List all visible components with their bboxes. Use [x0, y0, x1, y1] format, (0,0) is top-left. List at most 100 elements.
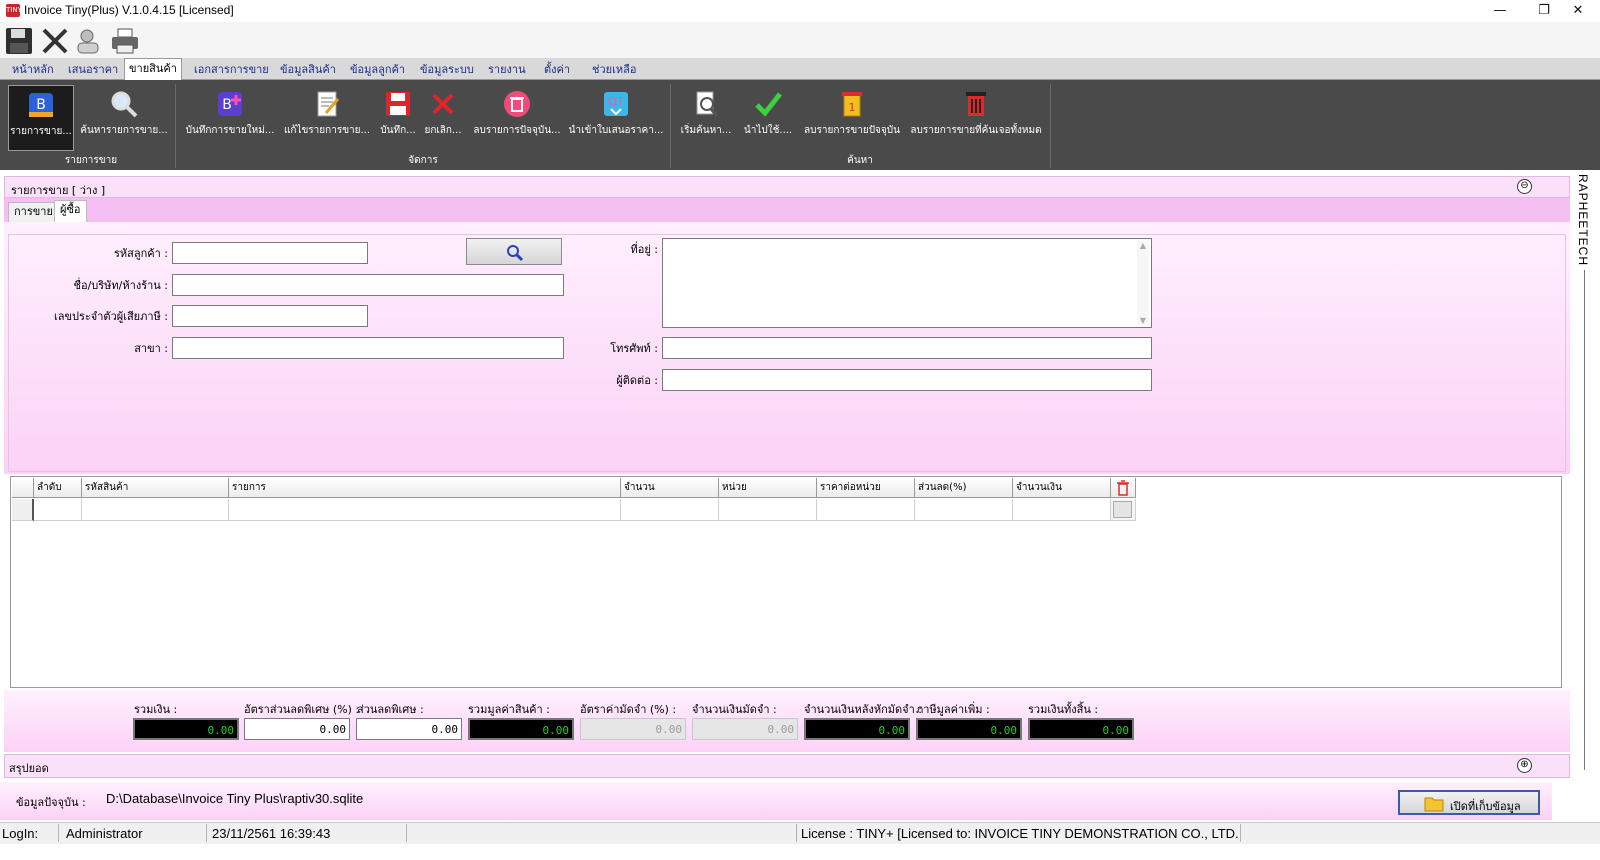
ribbon-sales-list-button[interactable]: B รายการขาย... — [8, 85, 74, 151]
menu-tab-customers[interactable]: ข้อมูลลูกค้า — [346, 60, 409, 80]
vendor-sidebar: RAPHEETECH — [1572, 170, 1600, 782]
customer-search-button[interactable] — [466, 238, 562, 265]
phone-label: โทรศัพท์ : — [610, 342, 658, 355]
ribbon-label: บันทึกการขายใหม่... — [185, 125, 275, 136]
grid-cell-discount[interactable] — [915, 499, 1013, 521]
menu-tab-home[interactable]: หน้าหลัก — [8, 60, 58, 80]
ribbon-separator — [175, 84, 176, 168]
grid-cell-description[interactable] — [229, 499, 621, 521]
column-header-product-code[interactable]: รหัสสินค้า — [82, 478, 229, 498]
open-data-folder-button[interactable]: เปิดที่เก็บข้อมูล — [1398, 790, 1540, 815]
menu-tab-reports[interactable]: รายงาน — [484, 60, 530, 80]
contact-input[interactable] — [662, 369, 1152, 391]
phone-input[interactable] — [662, 337, 1152, 359]
ribbon-start-search-button[interactable]: เริ่มค้นหา... — [676, 85, 736, 151]
app-icon: TINY — [6, 4, 22, 17]
checkmark-icon — [755, 92, 782, 117]
row-delete-button[interactable] — [1113, 501, 1132, 518]
goods-value-label: รวมมูลค่าสินค้า : — [468, 703, 550, 716]
company-input[interactable] — [172, 274, 564, 296]
menu-tab-system[interactable]: ข้อมูลระบบ — [416, 60, 478, 80]
folder-icon — [1424, 797, 1444, 812]
logged-in-user: Administrator — [66, 826, 143, 841]
tab-sale[interactable]: การขาย — [8, 202, 59, 222]
quick-print-button[interactable] — [110, 26, 140, 56]
special-discount-input[interactable]: 0.00 — [356, 718, 462, 740]
svg-text:B: B — [222, 97, 232, 113]
menu-tab-help[interactable]: ช่วยเหลือ — [588, 60, 640, 80]
status-separator — [1240, 824, 1241, 842]
expand-icon[interactable]: ⊕ — [1517, 758, 1532, 773]
column-header-quantity[interactable]: จำนวน — [621, 478, 719, 498]
column-header-delete[interactable] — [1111, 478, 1136, 498]
grid-cell-no[interactable] — [34, 499, 82, 521]
ribbon-new-sale-button[interactable]: B บันทึกการขายใหม่... — [182, 85, 278, 151]
quick-cancel-button[interactable] — [40, 26, 70, 56]
status-separator — [796, 824, 797, 842]
row-selector[interactable] — [12, 499, 34, 521]
scroll-up-icon[interactable]: ▲ — [1137, 241, 1149, 250]
ribbon-group-manage: จัดการ — [408, 155, 438, 166]
tab-buyer[interactable]: ผู้ซื้อ — [54, 200, 87, 222]
address-label: ที่อยู่ : — [630, 243, 658, 256]
address-scrollbar[interactable]: ▲ ▼ — [1137, 241, 1149, 325]
ribbon-cancel-button[interactable]: ยกเลิก... — [422, 85, 464, 151]
ribbon-group-sales-list: รายการขาย — [64, 155, 118, 166]
ribbon-save-button[interactable]: บันทึก... — [376, 85, 420, 151]
grid-cell-amount[interactable] — [1013, 499, 1111, 521]
menu-tab-settings[interactable]: ตั้งค่า — [540, 60, 574, 80]
ribbon-delete-all-found-button[interactable]: ลบรายการขายที่ค้นเจอทั้งหมด — [906, 85, 1046, 151]
collapse-icon[interactable]: ⊖ — [1517, 179, 1532, 194]
database-label: ข้อมูลปัจจุบัน : — [16, 796, 86, 809]
ribbon-label: แก้ไขรายการขาย... — [283, 125, 371, 136]
quick-save-button[interactable] — [4, 26, 34, 56]
login-label: LogIn: — [2, 826, 39, 841]
column-header-discount[interactable]: ส่วนลด(%) — [915, 478, 1013, 498]
status-datetime: 23/11/2561 16:39:43 — [212, 826, 331, 841]
column-header-amount[interactable]: จำนวนเงิน — [1013, 478, 1111, 498]
summary-label: สรุปยอด — [9, 762, 49, 775]
grid-cell-unit-price[interactable] — [817, 499, 915, 521]
tax-id-input[interactable] — [172, 305, 368, 327]
save-icon — [386, 92, 410, 116]
menu-tab-sales[interactable]: ขายสินค้า — [124, 58, 182, 81]
grid-cell-unit[interactable] — [719, 499, 817, 521]
ribbon-delete-current-button[interactable]: ลบรายการปัจจุบัน... — [470, 85, 564, 151]
column-header-unit-price[interactable]: ราคาต่อหน่วย — [817, 478, 915, 498]
menu-tab-sales-documents[interactable]: เอกสารการขาย — [190, 60, 273, 80]
printer-icon — [112, 28, 138, 54]
column-header-unit[interactable]: หน่วย — [719, 478, 817, 498]
open-data-folder-label: เปิดที่เก็บข้อมูล — [1450, 800, 1521, 813]
customer-code-input[interactable] — [172, 242, 368, 264]
ribbon-import-quotation-button[interactable]: QT นำเข้าใบเสนอราคา... — [568, 85, 664, 151]
magnifier-icon — [111, 91, 138, 118]
branch-input[interactable] — [172, 337, 564, 359]
menu-tab-products[interactable]: ข้อมูลสินค้า — [276, 60, 340, 80]
ribbon-delete-current-sale-button[interactable]: 1 ลบรายการขายปัจจุบัน — [800, 85, 904, 151]
ribbon-label: ลบรายการขายปัจจุบัน — [804, 125, 900, 136]
scroll-down-icon[interactable]: ▼ — [1137, 316, 1149, 325]
column-header-description[interactable]: รายการ — [229, 478, 621, 498]
trash-all-icon — [966, 92, 986, 116]
contact-label: ผู้ติดต่อ : — [616, 374, 658, 387]
close-button[interactable]: ✕ — [1556, 0, 1600, 22]
grid-cell-quantity[interactable] — [621, 499, 719, 521]
minimize-button[interactable]: — — [1478, 0, 1522, 22]
ribbon-edit-sale-button[interactable]: แก้ไขรายการขาย... — [282, 85, 372, 151]
quick-users-button[interactable] — [74, 26, 104, 56]
menu-tab-quotation[interactable]: เสนอราคา — [64, 60, 122, 80]
after-deposit-field: 0.00 — [804, 718, 910, 740]
sales-panel-title: รายการขาย [ ว่าง ] — [11, 184, 106, 197]
ribbon-apply-button[interactable]: นำไปใช้.... — [740, 85, 796, 151]
address-textarea[interactable]: ▲ ▼ — [662, 238, 1152, 328]
after-deposit-label: จำนวนเงินหลังหักมัดจำ : — [804, 703, 922, 716]
goods-value-field: 0.00 — [468, 718, 574, 740]
column-header-no[interactable]: ลำดับ — [34, 478, 82, 498]
special-discount-rate-input[interactable]: 0.00 — [244, 718, 350, 740]
grid-cell-delete[interactable] — [1111, 499, 1136, 521]
grid-cell-product-code[interactable] — [82, 499, 229, 521]
svg-text:QT: QT — [608, 95, 624, 108]
summary-bar[interactable]: สรุปยอด ⊕ — [4, 754, 1570, 778]
tax-id-label: เลขประจำตัวผู้เสียภาษี : — [53, 310, 168, 323]
ribbon-search-sales-button[interactable]: ค้นหารายการขาย... — [78, 85, 170, 151]
